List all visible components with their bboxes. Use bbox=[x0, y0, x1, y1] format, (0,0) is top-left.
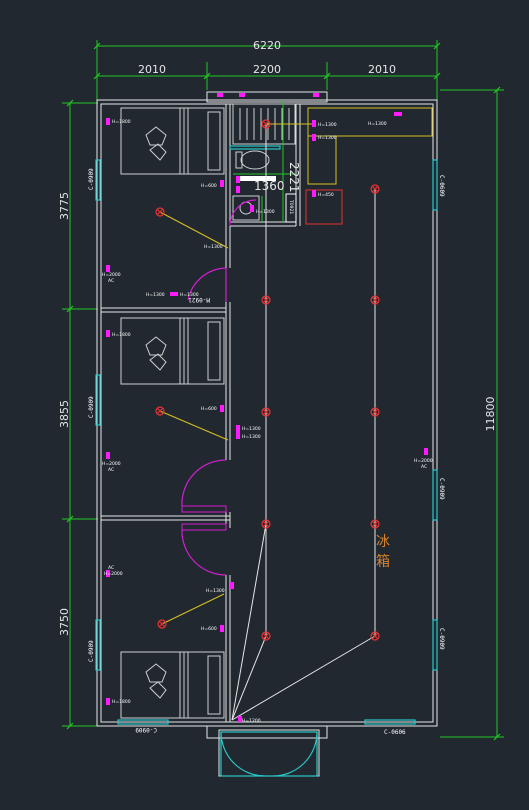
window-label-right-1: C-0609 bbox=[438, 175, 445, 197]
outlet-label: H=1300 bbox=[318, 122, 337, 128]
outlet-label: H=1200 bbox=[242, 718, 261, 724]
ac-label: AC bbox=[108, 278, 114, 284]
dim-width-right: 2010 bbox=[368, 63, 396, 76]
dim-bath-height: 2221 bbox=[287, 162, 301, 193]
fridge-label-char-1: 冰 bbox=[376, 534, 390, 550]
outlet-label: H=1300 bbox=[242, 434, 261, 440]
window-label-left-3: C-0909 bbox=[88, 640, 95, 662]
dim-height-top: 3775 bbox=[58, 192, 71, 220]
outlet-label: H=1800 bbox=[112, 699, 131, 705]
heater-label: T0921 bbox=[288, 199, 294, 214]
door-frame-mid bbox=[181, 505, 227, 513]
outlet-label: H=600 bbox=[201, 406, 217, 412]
dim-total-height: 11800 bbox=[484, 397, 497, 432]
bed-middle bbox=[120, 317, 225, 385]
ac-label: AC bbox=[108, 467, 114, 473]
dim-height-mid: 3855 bbox=[58, 400, 71, 428]
outlet-label: H=1300 bbox=[368, 121, 387, 127]
ac-label: AC bbox=[421, 464, 427, 470]
window-label-bottom-left: C-0909 bbox=[135, 726, 157, 733]
ceiling-lights bbox=[155, 119, 380, 641]
outlet-label: H=2000 bbox=[102, 272, 121, 278]
outlet-label: H=1300 bbox=[204, 244, 223, 250]
bed-bottom bbox=[120, 651, 225, 719]
outlet-label: H=600 bbox=[201, 183, 217, 189]
outlet-label: H=1300 bbox=[206, 588, 225, 594]
outlet-label: H=2000 bbox=[414, 458, 433, 464]
ceiling-wires bbox=[231, 124, 376, 721]
outlet-label: H=2000 bbox=[102, 461, 121, 467]
switch-wires bbox=[159, 123, 312, 625]
outlet-label: H=1300 bbox=[242, 426, 261, 432]
window-label-right-2: C-0909 bbox=[438, 478, 445, 500]
outlet-label: H=450 bbox=[318, 192, 334, 198]
dim-width-left: 2010 bbox=[138, 63, 166, 76]
ac-label: AC bbox=[108, 565, 114, 571]
toilet bbox=[235, 150, 270, 170]
kitchen-counter bbox=[307, 107, 433, 185]
doors bbox=[181, 199, 257, 576]
window-label-left-2: C-0909 bbox=[88, 396, 95, 418]
window-label-bottom-right: C-0606 bbox=[384, 729, 406, 736]
outlet-labels: H=1800 H=2000 AC H=1800 H=2000 AC AC H=2… bbox=[102, 119, 433, 724]
outlet-label: H=1300 bbox=[180, 292, 199, 298]
outlet-label: H=1800 bbox=[112, 332, 131, 338]
outlet-label: H=1300 bbox=[256, 209, 275, 215]
window-label-right-3: C-0909 bbox=[438, 628, 445, 650]
fridge-label-char-2: 箱 bbox=[376, 554, 390, 570]
dim-height-bottom: 3750 bbox=[58, 608, 71, 636]
outlet-label: H=1800 bbox=[112, 119, 131, 125]
dim-bath-width: 1360 bbox=[254, 179, 285, 193]
outlet-label: H=2000 bbox=[104, 571, 123, 577]
walls bbox=[96, 91, 438, 777]
outlet-label: H=1300 bbox=[146, 292, 165, 298]
floor-plan: 6220 2010 2200 2010 3775 3855 3750 11800 bbox=[58, 39, 504, 777]
door-frame-mid-b bbox=[181, 523, 227, 531]
outlet-label: H=1300 bbox=[318, 135, 337, 141]
entry-door bbox=[220, 731, 318, 777]
window-label-left-1: C-0909 bbox=[88, 168, 95, 190]
outlet-label: H=600 bbox=[201, 626, 217, 632]
bed-top bbox=[120, 107, 225, 175]
dim-total-width: 6220 bbox=[253, 39, 281, 52]
dim-width-mid: 2200 bbox=[253, 63, 281, 76]
